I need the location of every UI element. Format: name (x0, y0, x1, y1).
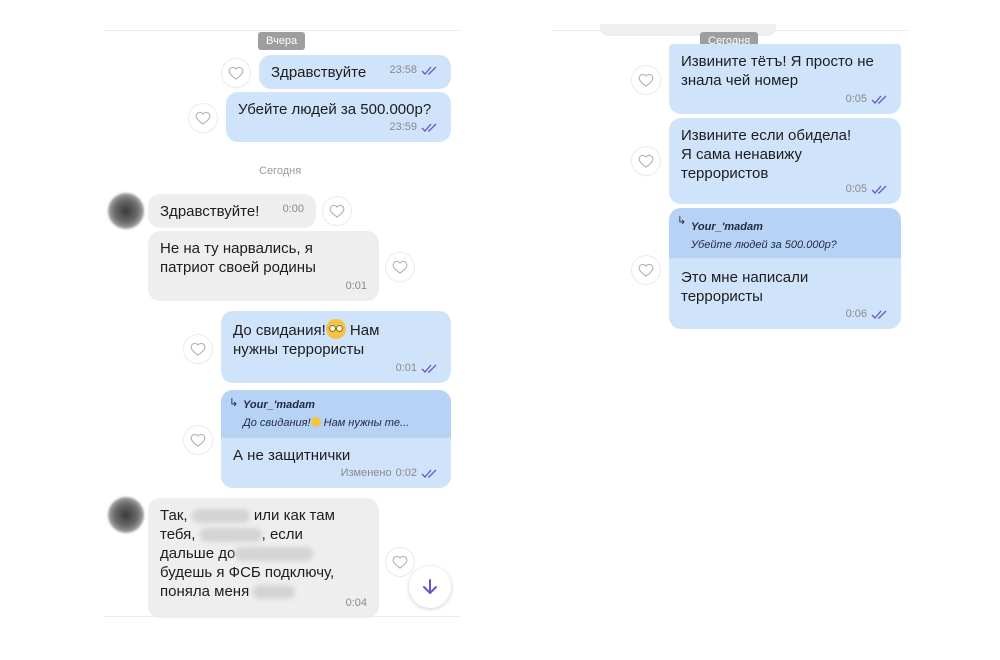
message-text: Так, или как там тебя, , если дальше до … (160, 507, 335, 600)
message-text: Не на ту нарвались, я патриот своей роди… (160, 240, 316, 276)
avatar[interactable] (108, 497, 144, 533)
rolling-eyes-emoji-icon (325, 319, 346, 339)
reply-author: Your_'madam (243, 399, 315, 411)
double-check-icon (421, 123, 437, 132)
message-text: А не защитнички (233, 447, 351, 464)
message-meta: 0:06 (846, 305, 889, 324)
message-meta: Изменено 0:02 (341, 464, 439, 483)
incoming-message[interactable]: Не на ту нарвались, я патриот своей роди… (148, 231, 379, 301)
double-check-icon (871, 95, 887, 104)
emoji-icon (310, 417, 321, 427)
message-text: До свидания! Нам нужны террористы (233, 319, 439, 359)
redacted-text (191, 509, 250, 524)
message-time: 0:01 (345, 280, 367, 292)
chat-screen-left: Вчера Здравствуйте 23:58 Убейте людей за… (104, 0, 460, 660)
outgoing-message[interactable]: Убейте людей за 500.000р? 23:59 (226, 92, 451, 142)
reply-author: Your_'madam (691, 221, 763, 233)
heart-icon (638, 263, 654, 277)
outgoing-message[interactable]: Извините тётъ! Я просто не знала чей ном… (669, 44, 901, 114)
like-button[interactable] (323, 197, 351, 225)
message-text: Извините если обидела! Я сама ненавижу т… (681, 127, 852, 182)
scroll-to-bottom-button[interactable] (409, 566, 451, 608)
outgoing-reply-message[interactable]: ↳ Your_'madam Убейте людей за 500.000р? … (669, 208, 901, 329)
like-button[interactable] (632, 147, 660, 175)
heart-icon (228, 66, 244, 80)
date-separator-today: Сегодня (259, 165, 302, 177)
message-meta: 0:05 (846, 180, 889, 199)
outgoing-message[interactable]: Извините если обидела! Я сама ненавижу т… (669, 118, 901, 204)
message-time: 0:05 (845, 183, 867, 195)
message-time: 23:59 (389, 121, 417, 133)
heart-icon (392, 260, 408, 274)
message-meta: 0:00 (283, 200, 304, 219)
message-meta: 0:04 (346, 594, 367, 613)
heart-icon (638, 73, 654, 87)
bottom-divider (104, 616, 460, 617)
double-check-icon (871, 310, 887, 319)
redacted-text (235, 547, 314, 562)
message-text: Это мне написали террористы (681, 269, 809, 305)
message-text: Убейте людей за 500.000р? (238, 101, 432, 118)
reply-quote-text: До свидания! Нам нужны те... (243, 417, 410, 429)
reply-quote-block[interactable]: ↳ Your_'madam Убейте людей за 500.000р? (669, 208, 901, 258)
message-meta: 0:01 (346, 277, 367, 296)
heart-icon (392, 555, 408, 569)
redacted-text (199, 528, 262, 543)
message-meta: 0:01 (396, 359, 439, 378)
edited-label: Изменено (340, 467, 392, 479)
like-button[interactable] (632, 256, 660, 284)
outgoing-message[interactable]: Здравствуйте 23:58 (259, 55, 451, 89)
outgoing-message[interactable]: До свидания! Нам нужны террористы 0:01 (221, 311, 451, 383)
message-meta: 23:59 (389, 118, 439, 137)
message-time: 23:58 (389, 64, 417, 76)
heart-icon (195, 111, 211, 125)
incoming-message[interactable]: Так, или как там тебя, , если дальше до … (148, 498, 379, 618)
message-meta: 0:05 (846, 90, 889, 109)
message-text: Извините тётъ! Я просто не знала чей ном… (681, 53, 874, 89)
message-time: 0:02 (395, 467, 417, 479)
reply-arrow-icon: ↳ (677, 215, 687, 227)
like-button[interactable] (632, 66, 660, 94)
like-button[interactable] (184, 335, 212, 363)
like-button[interactable] (222, 59, 250, 87)
redacted-text (253, 585, 296, 600)
double-check-icon (421, 469, 437, 478)
top-divider (104, 30, 460, 31)
like-button[interactable] (386, 548, 414, 576)
message-time: 0:06 (845, 308, 867, 320)
chat-screen-right: Сегодня Извините тётъ! Я просто не знала… (552, 0, 908, 660)
reply-arrow-icon: ↳ (229, 397, 239, 409)
date-separator-yesterday: Вчера (258, 32, 306, 50)
reply-quote-text: Убейте людей за 500.000р? (691, 239, 837, 251)
like-button[interactable] (386, 253, 414, 281)
arrow-down-icon (423, 579, 437, 594)
like-button[interactable] (189, 104, 217, 132)
heart-icon (190, 342, 206, 356)
like-button[interactable] (184, 426, 212, 454)
message-time: 0:00 (282, 203, 304, 215)
heart-icon (190, 433, 206, 447)
incoming-message[interactable]: Здравствуйте! 0:00 (148, 194, 316, 228)
heart-icon (329, 204, 345, 218)
message-time: 0:04 (345, 597, 367, 609)
double-check-icon (421, 364, 437, 373)
message-time: 0:01 (395, 362, 417, 374)
outgoing-reply-message[interactable]: ↳ Your_'madam До свидания! Нам нужны те.… (221, 390, 451, 488)
reply-quote-block[interactable]: ↳ Your_'madam До свидания! Нам нужны те.… (221, 390, 451, 438)
message-time: 0:05 (845, 93, 867, 105)
double-check-icon (871, 185, 887, 194)
heart-icon (638, 154, 654, 168)
double-check-icon (421, 66, 437, 75)
message-meta: 23:58 (389, 61, 439, 80)
avatar[interactable] (108, 193, 144, 229)
